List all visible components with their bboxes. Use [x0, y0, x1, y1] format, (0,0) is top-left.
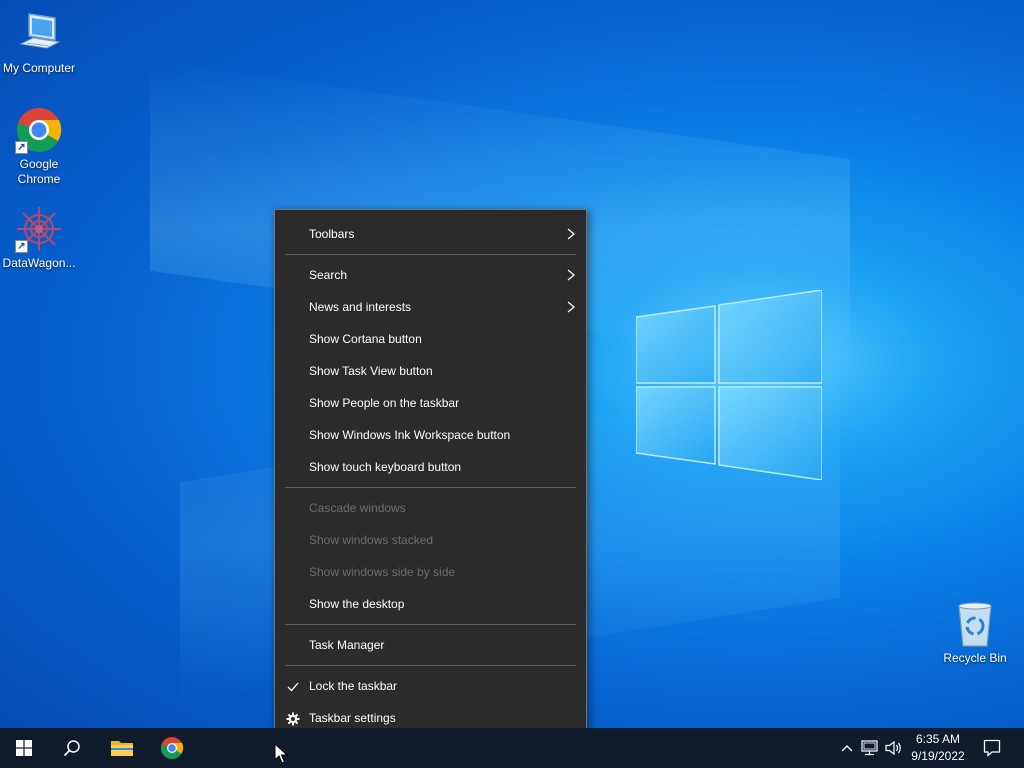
menu-item-label: News and interests [309, 300, 412, 314]
file-explorer-button[interactable] [98, 728, 146, 768]
chrome-icon: ↗ [15, 106, 63, 154]
menu-item-label: Show Task View button [309, 364, 433, 378]
desktop-icon-google-chrome[interactable]: ↗ Google Chrome [0, 106, 78, 187]
menu-item-label: Taskbar settings [309, 711, 396, 725]
folder-icon [111, 741, 133, 756]
volume-button[interactable] [882, 728, 906, 768]
network-icon [861, 740, 878, 756]
datawagon-icon: ↗ [15, 205, 63, 253]
menu-item-label: Cascade windows [309, 501, 406, 515]
menu-item-label: Show touch keyboard button [309, 460, 462, 474]
menu-separator [285, 487, 576, 488]
windows-logo-icon [16, 740, 32, 756]
chevron-right-icon [567, 301, 575, 313]
menu-item-label: Lock the taskbar [309, 679, 398, 693]
menu-item-show-the-desktop[interactable]: Show the desktop [275, 588, 586, 620]
menu-item-news-and-interests[interactable]: News and interests [275, 291, 586, 323]
menu-item-show-people[interactable]: Show People on the taskbar [275, 387, 586, 419]
menu-item-toolbars[interactable]: Toolbars [275, 218, 586, 250]
computer-icon [15, 10, 63, 58]
desktop-icon-label: DataWagon... [2, 256, 76, 270]
menu-item-show-cortana-button[interactable]: Show Cortana button [275, 323, 586, 355]
network-button[interactable] [858, 728, 882, 768]
windows-wallpaper-logo [636, 290, 822, 480]
menu-item-label: Show People on the taskbar [309, 396, 460, 410]
search-button[interactable] [48, 728, 96, 768]
shortcut-arrow-icon: ↗ [15, 240, 28, 253]
menu-item-label: Search [309, 268, 348, 282]
menu-item-label: Show windows stacked [309, 533, 434, 547]
notification-icon [983, 739, 1001, 757]
action-center-button[interactable] [976, 728, 1008, 768]
desktop-icon-label: Google Chrome [17, 157, 61, 186]
menu-item-show-touch-keyboard[interactable]: Show touch keyboard button [275, 451, 586, 483]
desktop-icon-datawagon[interactable]: ↗ DataWagon... [0, 205, 78, 271]
shortcut-arrow-icon: ↗ [15, 141, 28, 154]
menu-item-search[interactable]: Search [275, 259, 586, 291]
menu-separator [285, 624, 576, 625]
chevron-right-icon [567, 228, 575, 240]
clock-date: 9/19/2022 [911, 749, 965, 763]
show-hidden-icons-button[interactable] [836, 728, 858, 768]
menu-item-show-task-view-button[interactable]: Show Task View button [275, 355, 586, 387]
mouse-cursor-icon [274, 743, 288, 764]
chevron-up-icon [841, 745, 853, 752]
chrome-icon [160, 737, 184, 759]
clock[interactable]: 6:35 AM 9/19/2022 [904, 731, 972, 765]
menu-item-show-ink-workspace[interactable]: Show Windows Ink Workspace button [275, 419, 586, 451]
search-icon [63, 740, 80, 757]
menu-item-label: Show windows side by side [309, 565, 456, 579]
clock-time: 6:35 AM [915, 732, 961, 746]
menu-item-show-windows-stacked: Show windows stacked [275, 524, 586, 556]
menu-item-label: Show Cortana button [309, 332, 422, 346]
menu-separator [285, 254, 576, 255]
checkmark-icon [287, 682, 299, 692]
desktop-icon-label: Recycle Bin [943, 651, 1007, 665]
desktop-icon-my-computer[interactable]: My Computer [0, 10, 78, 76]
menu-item-lock-the-taskbar[interactable]: Lock the taskbar [275, 670, 586, 702]
menu-item-label: Show Windows Ink Workspace button [309, 428, 511, 442]
menu-item-show-windows-side-by-side: Show windows side by side [275, 556, 586, 588]
volume-icon [885, 740, 901, 756]
start-button[interactable] [0, 728, 48, 768]
taskbar: 6:35 AM 9/19/2022 [0, 728, 1024, 768]
menu-item-label: Toolbars [309, 227, 355, 241]
menu-item-label: Show the desktop [309, 597, 405, 611]
chrome-taskbar-button[interactable] [148, 728, 196, 768]
menu-separator [285, 665, 576, 666]
desktop-icon-label: My Computer [2, 61, 76, 75]
menu-item-task-manager[interactable]: Task Manager [275, 629, 586, 661]
menu-item-cascade-windows: Cascade windows [275, 492, 586, 524]
chevron-right-icon [567, 269, 575, 281]
gear-icon [286, 712, 300, 726]
taskbar-context-menu: Toolbars Search News and interests Show … [274, 209, 587, 743]
menu-item-label: Task Manager [309, 638, 385, 652]
recycle-bin-icon [951, 600, 999, 648]
desktop-icon-recycle-bin[interactable]: Recycle Bin [936, 600, 1014, 666]
